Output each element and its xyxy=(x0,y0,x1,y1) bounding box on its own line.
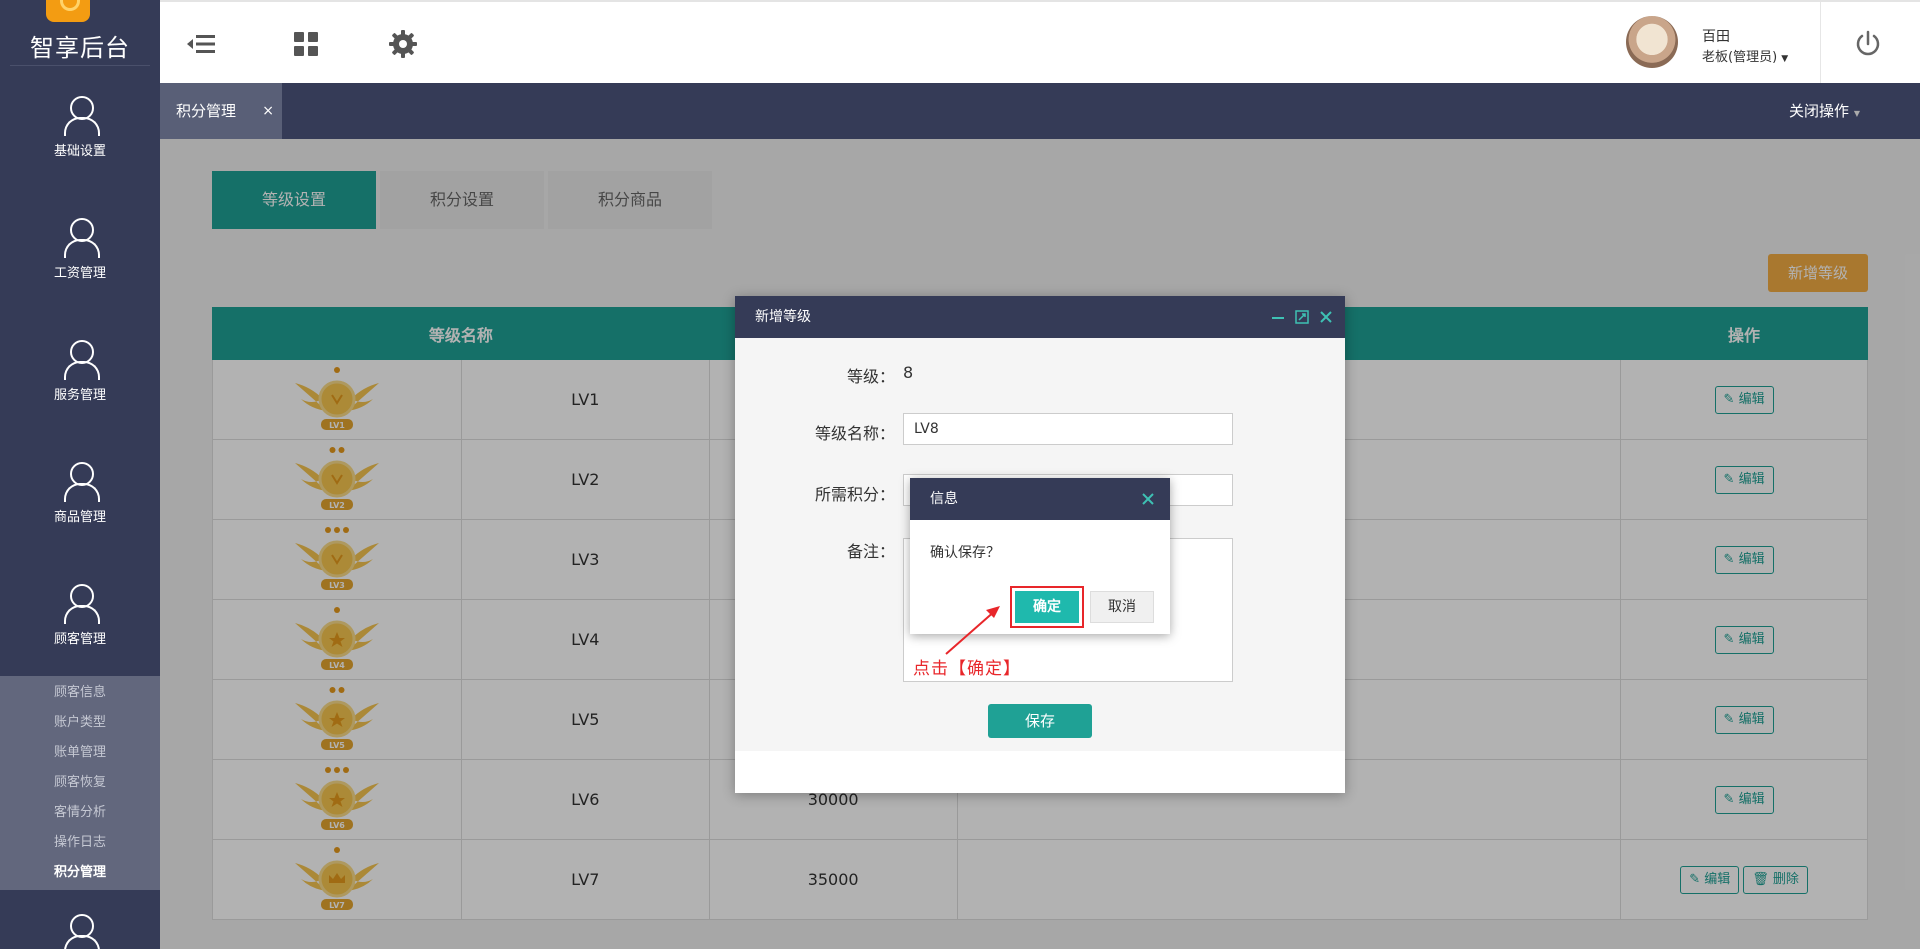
user-icon xyxy=(61,583,100,624)
gear-icon[interactable] xyxy=(387,28,419,60)
nav-item-salary[interactable]: 工资管理 xyxy=(0,188,160,310)
level-value: 8 xyxy=(903,363,914,382)
logo: 智享后台 xyxy=(10,0,150,66)
user-name: 百田 xyxy=(1702,29,1730,45)
customer-submenu: 顾客信息 账户类型 账单管理 顾客恢复 客情分析 操作日志 积分管理 xyxy=(0,676,160,890)
save-button[interactable]: 保存 xyxy=(988,704,1092,738)
confirm-ok-button[interactable]: 确定 xyxy=(1015,591,1079,623)
ok-highlight: 确定 xyxy=(1010,586,1084,628)
confirm-message: 确认保存？ xyxy=(930,545,1000,561)
caret-down-icon: ▼ xyxy=(1853,109,1860,118)
submenu-customer-info[interactable]: 顾客信息 xyxy=(0,678,160,708)
close-icon[interactable] xyxy=(1142,493,1154,505)
maximize-icon[interactable] xyxy=(1295,310,1309,324)
tab-label: 积分管理 xyxy=(176,102,237,120)
minimize-icon[interactable] xyxy=(1271,310,1285,324)
close-operations-dropdown[interactable]: 关闭操作 ▼ xyxy=(1789,83,1860,142)
level-name-input[interactable]: LV8 xyxy=(903,413,1233,445)
level-label: 等级： xyxy=(846,367,895,386)
level-name-label: 等级名称： xyxy=(814,424,895,443)
logo-text: 智享后台 xyxy=(30,34,130,62)
nav-item-basic-settings[interactable]: 基础设置 xyxy=(0,66,160,188)
nav-label: 基础设置 xyxy=(53,143,106,159)
submenu-operation-log[interactable]: 操作日志 xyxy=(0,828,160,858)
caret-down-icon: ▼ xyxy=(1781,54,1789,64)
user-role-dropdown[interactable]: 老板(管理员) ▼ xyxy=(1702,46,1788,65)
nav-item-products[interactable]: 商品管理 xyxy=(0,432,160,554)
points-label: 所需积分： xyxy=(814,485,895,504)
confirm-title-bar: 信息 xyxy=(910,478,1170,520)
close-icon[interactable] xyxy=(1319,310,1333,324)
nav-item-customers[interactable]: 顾客管理 xyxy=(0,554,160,676)
tab-bar: 积分管理 × 关闭操作 ▼ xyxy=(160,83,1920,139)
confirm-cancel-button[interactable]: 取消 xyxy=(1090,591,1154,623)
user-icon xyxy=(61,339,100,380)
top-header: 百田 老板(管理员) ▼ xyxy=(160,0,1920,85)
user-icon xyxy=(61,461,100,502)
power-icon[interactable] xyxy=(1852,28,1884,60)
nav-label: 服务管理 xyxy=(53,387,106,403)
submenu-customer-restore[interactable]: 顾客恢复 xyxy=(0,768,160,798)
tab-points-management[interactable]: 积分管理 × xyxy=(160,83,282,139)
submenu-account-type[interactable]: 账户类型 xyxy=(0,708,160,738)
annotation-arrow xyxy=(945,606,1000,655)
header-divider xyxy=(1820,2,1821,85)
user-icon xyxy=(61,914,100,949)
submenu-points-management[interactable]: 积分管理 xyxy=(0,858,160,888)
submenu-customer-analysis[interactable]: 客情分析 xyxy=(0,798,160,828)
user-icon xyxy=(61,95,100,136)
avatar[interactable] xyxy=(1626,16,1678,68)
nav-label: 工资管理 xyxy=(53,265,106,281)
submenu-bills[interactable]: 账单管理 xyxy=(0,738,160,768)
nav-item-more[interactable] xyxy=(0,890,160,949)
tab-close-icon[interactable]: × xyxy=(262,83,274,139)
nav-label: 顾客管理 xyxy=(53,631,106,647)
logo-icon xyxy=(46,0,90,22)
sidebar: 智享后台 基础设置 工资管理 服务管理 商品管理 顾客管理 顾客信息 账户类型 … xyxy=(0,0,160,949)
modal-title: 新增等级 xyxy=(755,309,811,325)
user-icon xyxy=(61,217,100,258)
modal-title-bar: 新增等级 xyxy=(735,296,1345,338)
nav-item-service[interactable]: 服务管理 xyxy=(0,310,160,432)
menu-collapse-icon[interactable] xyxy=(185,28,217,60)
user-role-label: 老板(管理员) xyxy=(1702,50,1778,65)
grid-icon[interactable] xyxy=(290,28,322,60)
confirm-title: 信息 xyxy=(930,491,958,507)
annotation-text: 点击【确定】 xyxy=(913,659,1021,679)
nav-label: 商品管理 xyxy=(53,509,106,525)
close-operations-label: 关闭操作 xyxy=(1789,102,1850,120)
remark-label: 备注： xyxy=(846,542,895,561)
